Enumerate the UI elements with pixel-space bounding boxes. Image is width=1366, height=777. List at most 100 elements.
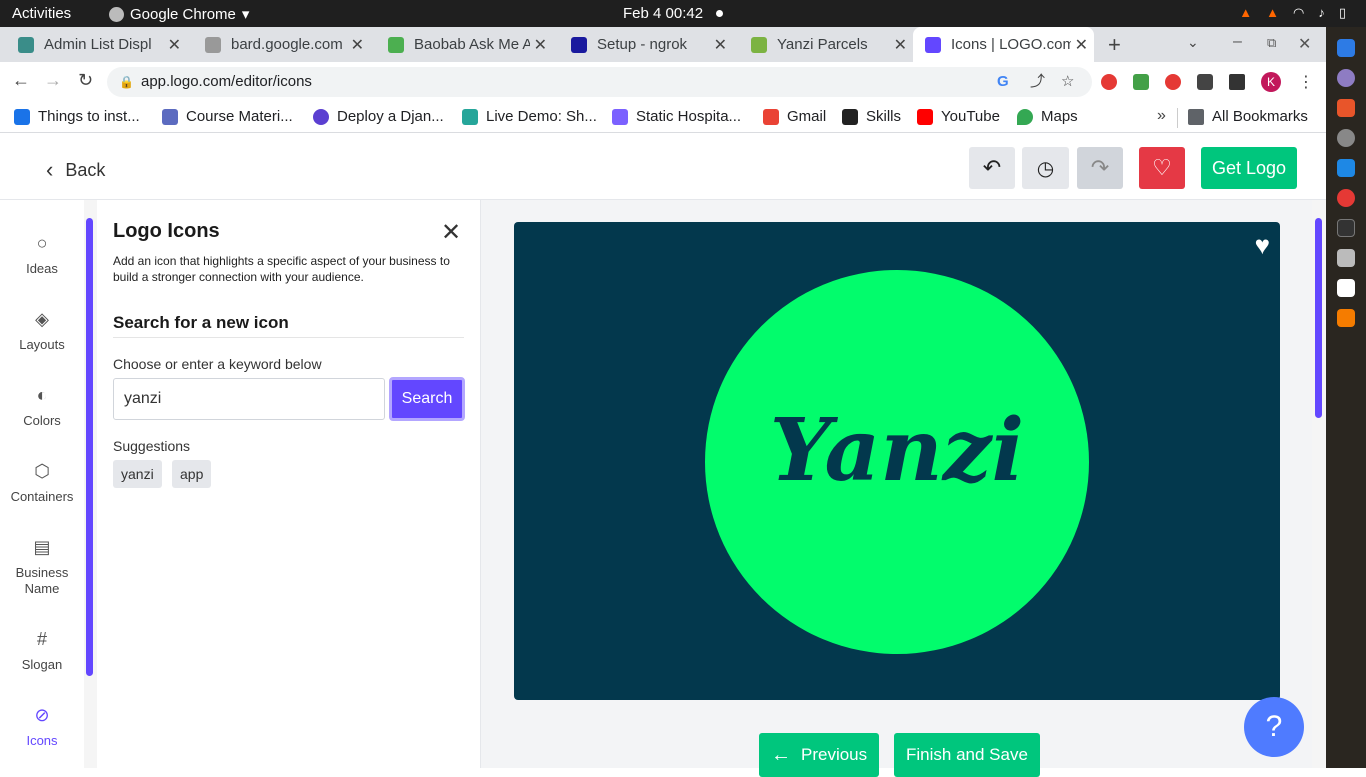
extension-icon[interactable] bbox=[1165, 74, 1181, 90]
star-icon[interactable]: ☆ bbox=[1061, 67, 1074, 97]
logo-text: Yanzi bbox=[769, 400, 1025, 501]
sidebar-item-ideas[interactable]: ○ Ideas bbox=[0, 233, 84, 276]
heart-icon[interactable]: ♥ bbox=[1255, 230, 1270, 261]
chevron-down-icon: ▾ bbox=[241, 6, 250, 23]
sidebar-item-containers[interactable]: ⬡ Containers bbox=[0, 461, 84, 504]
app-icon[interactable] bbox=[1337, 69, 1355, 87]
divider bbox=[113, 337, 464, 338]
puzzle-icon[interactable] bbox=[1197, 74, 1213, 90]
os-top-bar: Activities Google Chrome ▾ Feb 4 00:42 ▲… bbox=[0, 0, 1366, 27]
address-bar[interactable]: 🔒 app.logo.com/editor/icons G ⤴ ☆ bbox=[107, 67, 1092, 97]
chrome-icon[interactable] bbox=[1337, 189, 1355, 207]
all-bookmarks-button[interactable]: All Bookmarks bbox=[1188, 108, 1308, 125]
undo-button[interactable]: ↶ bbox=[969, 147, 1015, 189]
sidebar-item-business-name[interactable]: ▤ Business Name bbox=[0, 537, 84, 597]
bookmarks-bar: Things to inst... Course Materi... Deplo… bbox=[0, 102, 1326, 133]
search-button[interactable]: Search bbox=[389, 377, 465, 421]
back-button[interactable]: ‹ Back bbox=[46, 157, 105, 183]
vscode-icon[interactable] bbox=[1337, 159, 1355, 177]
tab-active[interactable]: Icons | LOGO.com ✕ bbox=[913, 27, 1094, 62]
bookmark-item[interactable]: YouTube bbox=[917, 108, 1000, 125]
minimize-button[interactable]: – bbox=[1233, 33, 1242, 51]
system-tray[interactable]: ▲ ▲ ◠ ♪ ▯ bbox=[1239, 5, 1346, 21]
activities-button[interactable]: Activities bbox=[12, 5, 71, 22]
tab-favicon-icon bbox=[18, 36, 34, 53]
keyword-input[interactable] bbox=[113, 378, 385, 420]
previous-button[interactable]: ← Previous bbox=[759, 733, 880, 777]
google-icon[interactable]: G bbox=[997, 67, 1009, 97]
tab-search-icon[interactable]: ⌄ bbox=[1187, 34, 1199, 51]
bookmark-label: Things to inst... bbox=[38, 108, 140, 125]
sidebar-scrollbar-thumb[interactable] bbox=[86, 218, 93, 676]
vlc-icon[interactable] bbox=[1337, 309, 1355, 327]
app-icon[interactable] bbox=[1337, 39, 1355, 57]
close-window-button[interactable]: ✕ bbox=[1298, 34, 1311, 54]
bookmark-item[interactable]: Gmail bbox=[763, 108, 826, 125]
maximize-button[interactable]: ⧉ bbox=[1267, 35, 1276, 51]
app-icon[interactable] bbox=[1337, 99, 1355, 117]
tab[interactable]: bard.google.com ✕ bbox=[187, 27, 370, 62]
history-button[interactable]: ◷ bbox=[1022, 147, 1069, 189]
sidebar-item-slogan[interactable]: # Slogan bbox=[0, 629, 84, 672]
sidebar-item-layouts[interactable]: ◈ Layouts bbox=[0, 309, 84, 352]
bookmark-item[interactable]: Skills bbox=[842, 108, 901, 125]
suggestion-chip[interactable]: app bbox=[172, 460, 212, 488]
tab[interactable]: Setup - ngrok ✕ bbox=[553, 27, 733, 62]
toolbar: ← → ↻ 🔒 app.logo.com/editor/icons G ⤴ ☆ … bbox=[0, 62, 1326, 102]
tab-favicon-icon bbox=[925, 36, 941, 53]
app-menu[interactable]: Google Chrome ▾ bbox=[109, 5, 249, 23]
app-icon[interactable] bbox=[1337, 129, 1355, 147]
scrollbar-thumb[interactable] bbox=[1315, 218, 1322, 418]
sidebar-item-icons[interactable]: ⊘ Icons bbox=[0, 705, 84, 748]
text-editor-icon[interactable] bbox=[1337, 279, 1355, 297]
close-icon[interactable]: ✕ bbox=[163, 35, 181, 55]
reload-icon[interactable]: ↻ bbox=[78, 70, 93, 91]
menu-icon[interactable]: ⋮ bbox=[1298, 72, 1314, 92]
logo-preview[interactable]: Yanzi ♥ bbox=[514, 222, 1280, 700]
canvas-scrollbar[interactable] bbox=[1312, 200, 1326, 768]
tab[interactable]: Baobab Ask Me A ✕ bbox=[370, 27, 553, 62]
bookmark-item[interactable]: Things to inst... bbox=[14, 108, 140, 125]
bookmark-item[interactable]: Static Hospita... bbox=[612, 108, 741, 125]
tab[interactable]: Admin List Displ ✕ bbox=[0, 27, 187, 62]
app-name: Google Chrome bbox=[130, 5, 236, 23]
new-tab-button[interactable]: + bbox=[1108, 32, 1121, 58]
more-bookmarks-icon[interactable]: » bbox=[1157, 107, 1166, 125]
editor-canvas: Yanzi ♥ ← Previous Finish and Save ? bbox=[481, 200, 1312, 777]
tab[interactable]: Yanzi Parcels ✕ bbox=[733, 27, 913, 62]
clock[interactable]: Feb 4 00:42 bbox=[623, 5, 703, 22]
suggestion-chip[interactable]: yanzi bbox=[113, 460, 162, 488]
editor-header: ‹ Back ↶ ◷ ↷ ♡ Get Logo bbox=[0, 134, 1326, 200]
close-icon[interactable]: ✕ bbox=[889, 35, 907, 55]
close-icon[interactable]: ✕ bbox=[441, 218, 461, 247]
tab-label: Icons | LOGO.com bbox=[951, 36, 1075, 53]
bookmark-label: Live Demo: Sh... bbox=[486, 108, 597, 125]
close-icon[interactable]: ✕ bbox=[346, 35, 364, 55]
close-icon[interactable]: ✕ bbox=[1070, 35, 1088, 55]
terminal-icon[interactable] bbox=[1337, 219, 1355, 237]
close-icon[interactable]: ✕ bbox=[529, 35, 547, 55]
bookmark-item[interactable]: Maps bbox=[1017, 108, 1078, 125]
share-icon[interactable]: ⤴ bbox=[1030, 67, 1045, 97]
gmail-icon bbox=[763, 108, 779, 125]
sidepanel-icon[interactable] bbox=[1229, 74, 1245, 90]
sidebar-item-colors[interactable]: ◐ Colors bbox=[0, 385, 84, 428]
help-button[interactable]: ? bbox=[1244, 697, 1304, 757]
bookmark-item[interactable]: Course Materi... bbox=[162, 108, 293, 125]
back-arrow-icon[interactable]: ← bbox=[12, 70, 30, 91]
favorite-button[interactable]: ♡ bbox=[1139, 147, 1185, 189]
bookmark-item[interactable]: Deploy a Djan... bbox=[313, 108, 444, 125]
get-logo-button[interactable]: Get Logo bbox=[1201, 147, 1298, 189]
container-icon: ⬡ bbox=[34, 461, 50, 481]
bookmark-item[interactable]: Live Demo: Sh... bbox=[462, 108, 597, 125]
forward-arrow-icon[interactable]: → bbox=[44, 70, 62, 91]
sidebar-item-label: Layouts bbox=[19, 337, 65, 352]
files-icon[interactable] bbox=[1337, 249, 1355, 267]
finish-and-save-button[interactable]: Finish and Save bbox=[894, 733, 1040, 777]
adblock-icon[interactable] bbox=[1101, 74, 1117, 90]
avatar[interactable]: K bbox=[1261, 72, 1281, 92]
sidebar-item-label: Slogan bbox=[21, 657, 63, 672]
download-extension-icon[interactable] bbox=[1133, 74, 1149, 90]
close-icon[interactable]: ✕ bbox=[709, 35, 727, 55]
redo-button[interactable]: ↷ bbox=[1077, 147, 1123, 189]
